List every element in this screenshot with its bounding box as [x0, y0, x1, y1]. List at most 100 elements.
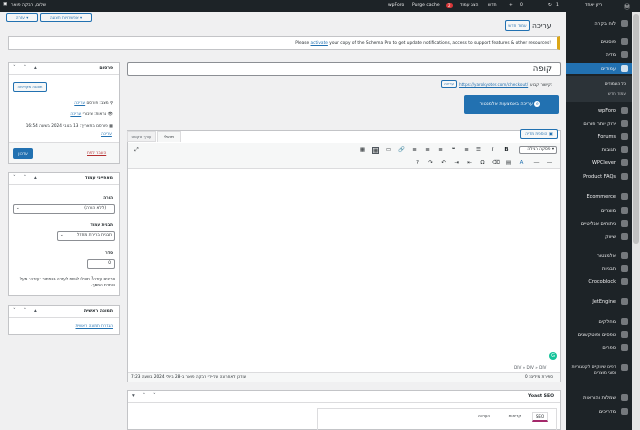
add-new-page-button[interactable]: עמוד חדש [505, 20, 530, 31]
toolbar-toggle-icon[interactable]: ▦ [372, 147, 379, 154]
forum-icon [621, 133, 628, 140]
yoast-tab-schema[interactable]: הערכה [470, 412, 498, 422]
add-media-button[interactable]: הוספת מדיה ▣ [520, 129, 558, 139]
link-icon[interactable]: 🔗 [398, 147, 405, 154]
grid-icon[interactable]: ▦ [359, 147, 366, 154]
screen-options-button[interactable]: אפשרויות תצוגה ▾ [40, 13, 92, 22]
redo-icon[interactable]: ↷ [427, 160, 434, 167]
bullet-list-icon[interactable]: ☰ [475, 147, 482, 154]
visibility-edit-link[interactable]: עריכה [70, 111, 81, 116]
align-right-icon[interactable]: ≡ [437, 147, 444, 154]
sidebar-item-woo-10[interactable]: Ecommerce [566, 191, 632, 202]
help-button[interactable]: עזרה ▾ [6, 13, 38, 22]
sidebar-item-elementor-14[interactable]: אלמנטור [566, 250, 632, 261]
bold-icon[interactable]: B [503, 147, 510, 154]
sidebar-item-dashboard-0[interactable]: לוח בקרה [566, 18, 632, 29]
format-select[interactable]: פסקה רגילה ▾ [519, 146, 557, 154]
sidebar-item-appearance-22[interactable]: שמלות והוראות [566, 392, 632, 403]
title-value: קופה [532, 64, 552, 74]
submenu-all-pages[interactable]: כל העמודים [605, 81, 626, 86]
template-select[interactable]: ⌄ תבנית ברירת מחדל [57, 231, 115, 241]
sidebar-item-guide-23[interactable]: מדריכים [566, 406, 632, 417]
fullscreen-icon[interactable]: ⤢ [133, 147, 140, 154]
undo-icon[interactable]: ↶ [440, 160, 447, 167]
blockquote-icon[interactable]: ❝ [450, 147, 457, 154]
help-icon[interactable]: ? [414, 160, 421, 167]
updates-icon[interactable]: ↻ [548, 3, 552, 8]
outdent-icon[interactable]: ⇤ [466, 160, 473, 167]
sidebar-item-marketing-13[interactable]: שיווק [566, 231, 632, 242]
sidebar-item-forum-4[interactable]: wpForo [566, 105, 632, 116]
adminbar-updates[interactable]: 1 [556, 3, 559, 8]
adminbar-badge[interactable]: 2 [446, 3, 453, 9]
submenu-new-page[interactable]: עמוד חדש [608, 91, 626, 96]
sidebar-item-chart-12[interactable]: ניתוחים אנליטיים [566, 218, 632, 229]
plus-icon[interactable]: + [509, 3, 513, 8]
wordpress-logo-icon[interactable]: Ⓦ [624, 2, 630, 11]
box-toggle-icons[interactable]: ▾ ˄ ˅ [132, 393, 159, 399]
sidebar-item-page-21[interactable]: דפים שיווקיים לקטגוריות וסוגי מוצרים [566, 362, 632, 382]
adminbar-site-name[interactable]: ריזן יאחד [585, 3, 602, 8]
sidebar-item-label: תבניות [602, 266, 616, 272]
scrollbar-thumb[interactable] [633, 14, 639, 244]
sidebar-item-page-3[interactable]: עמודים [566, 63, 632, 74]
align-center-icon[interactable]: ≡ [424, 147, 431, 154]
sidebar-item-template-15[interactable]: תבניות [566, 263, 632, 274]
strikethrough-icon[interactable]: — [546, 160, 553, 167]
activate-link[interactable]: activate [311, 41, 328, 46]
numbered-list-icon[interactable]: ≡ [463, 147, 470, 154]
italic-icon[interactable]: I [489, 147, 496, 154]
adminbar-new[interactable]: חדש [488, 3, 497, 8]
box-toggle-icons[interactable]: ˅ ˄ ▴ [13, 65, 40, 71]
paste-text-icon[interactable]: ▤ [505, 160, 512, 167]
box-toggle-icons[interactable]: ˅ ˄ ▴ [13, 308, 40, 314]
published-edit-link[interactable]: עריכה [101, 131, 112, 136]
sidebar-item-form-19[interactable]: טפסים ופוטקשנים [566, 329, 632, 340]
title-input[interactable]: קופה [127, 62, 561, 76]
edit-permalink-button[interactable]: עריכה [441, 80, 457, 88]
status-edit-link[interactable]: עריכה [74, 100, 85, 105]
tab-visual[interactable]: ויזואלי [157, 131, 181, 142]
editor-content-area[interactable] [128, 170, 560, 363]
sidebar-item-plugin-8[interactable]: WPClever [566, 157, 632, 168]
trash-link[interactable]: העבר לפח [87, 150, 106, 155]
sidebar-item-forum-6[interactable]: Forums [566, 131, 632, 142]
sidebar-item-pin-1[interactable]: פוסטים [566, 36, 632, 47]
sidebar-item-media-2[interactable]: מדיה [566, 49, 632, 60]
elementor-edit-button[interactable]: עריכה באמצעות אלמנטור e [464, 95, 559, 114]
parent-select[interactable]: ⌄ (ללא הורה) [13, 204, 115, 214]
adminbar-view-page[interactable]: הצג עמוד [460, 3, 478, 8]
order-input[interactable]: 0 [87, 259, 115, 269]
set-featured-image-link[interactable]: הגדרת תמונה ראשית [76, 323, 114, 328]
special-char-icon[interactable]: Ω [479, 160, 486, 167]
sidebar-item-comment-7[interactable]: תגובות [566, 144, 632, 155]
align-left-icon[interactable]: ≡ [411, 147, 418, 154]
horizontal-line-icon[interactable]: ― [533, 160, 540, 167]
sidebar-item-tool-18[interactable]: מחלקים [566, 316, 632, 327]
adminbar-wpforo[interactable]: wpForo [388, 3, 404, 8]
read-more-icon[interactable]: ▭ [385, 147, 392, 154]
page-attributes-box: מאפייני עמוד ˅ ˄ ▴ הורה ⌄ (ללא הורה) תבני… [8, 172, 120, 296]
sidebar-item-faq-9[interactable]: Product FAQs [566, 171, 632, 182]
box-toggle-icons[interactable]: ˅ ˄ ▴ [13, 175, 40, 181]
indent-icon[interactable]: ⇥ [453, 160, 460, 167]
sidebar-item-book-20[interactable]: ספרים [566, 342, 632, 353]
yoast-tab-readability[interactable]: קריאות [500, 412, 530, 422]
adminbar-purge-cache[interactable]: Purge cache [412, 3, 440, 8]
permalink-url[interactable]: https://yarokyoter.com/checkout/ [459, 82, 528, 87]
sidebar-item-jetengine-17[interactable]: JetEngine [566, 296, 632, 307]
grammarly-icon[interactable]: G [549, 352, 557, 360]
sidebar-item-label: שיווק [605, 234, 616, 240]
sidebar-item-forum-5[interactable]: ירוק יותר פורום [566, 118, 632, 129]
preview-button[interactable]: תצוגה מקדימה [13, 82, 47, 92]
text-color-icon[interactable]: A [518, 160, 525, 167]
update-button[interactable]: עדכון [13, 148, 33, 159]
sidebar-item-product-11[interactable]: מוצרים [566, 205, 632, 216]
tab-text-editor[interactable]: עורך טקסט [127, 131, 156, 142]
user-greeting[interactable]: שלום, רבקה פואר [11, 3, 46, 8]
adminbar-comments[interactable]: 0 [520, 3, 523, 8]
sidebar-item-crocoblock-16[interactable]: Crocoblock [566, 276, 632, 287]
clear-formatting-icon[interactable]: ⌫ [492, 160, 500, 167]
yoast-tab-seo[interactable]: SEO [532, 412, 548, 422]
user-avatar[interactable]: ▣ [3, 2, 7, 7]
